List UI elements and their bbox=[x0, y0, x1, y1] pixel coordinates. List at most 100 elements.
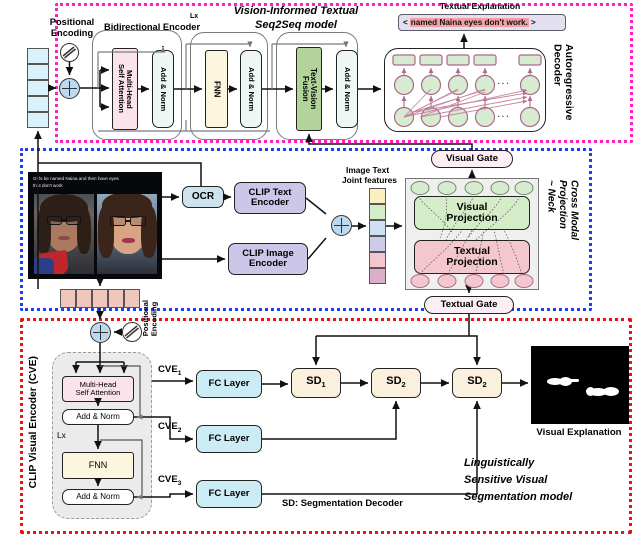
fc-layer-3-label: FC Layer bbox=[208, 487, 250, 499]
cve-tap-2-text: CVE bbox=[158, 421, 178, 432]
token-cell bbox=[27, 96, 49, 112]
block-label-line1: Multi-Head bbox=[124, 69, 134, 109]
image-token-cell bbox=[108, 289, 124, 308]
cve-title-label: CLIP Visual Encoder (CVE) bbox=[28, 356, 39, 489]
image-token-cell bbox=[60, 289, 76, 308]
fc-layer-2-label: FC Layer bbox=[208, 432, 250, 444]
joint-feature-cell bbox=[369, 220, 386, 236]
clip-image-encoder-block: CLIP Image Encoder bbox=[228, 243, 308, 275]
block-label-line2: Fusion bbox=[301, 76, 310, 102]
block-label: FNN bbox=[212, 80, 222, 98]
block-add-norm-bottom-1: Add & Norm bbox=[62, 409, 134, 425]
sd-1-sub: 1 bbox=[321, 380, 326, 390]
cve-mhsa-label-line2: Self Attention bbox=[75, 388, 121, 397]
sd-legend-label: SD: Segmentation Decoder bbox=[282, 497, 403, 508]
block-multi-head-self-attention-top: Multi-Head Self Attention bbox=[112, 48, 138, 130]
joint-feature-cell bbox=[369, 236, 386, 252]
positional-encoding-icon-bottom bbox=[122, 322, 142, 342]
ocr-label: OCR bbox=[191, 190, 215, 202]
joint-features-label-line1: Image Text bbox=[346, 165, 390, 175]
textual-explanation-caption: Textual Explanation bbox=[439, 1, 521, 11]
pe-label-bottom-line1: Positional bbox=[141, 300, 150, 337]
segmentation-decoder-block-1: SD1 bbox=[291, 368, 341, 398]
cve-addnorm-2-label: Add & Norm bbox=[76, 491, 120, 501]
token-cell bbox=[27, 112, 49, 128]
meme-caption-line1: Girls be named Naina and then have eyes bbox=[33, 176, 119, 181]
block-multi-head-self-attention-bottom: Multi-Head Self Attention bbox=[62, 376, 134, 402]
decoder-ellipsis-upper: . . . . bbox=[493, 77, 509, 86]
meme-face-left bbox=[34, 194, 94, 274]
textual-gate-label: Textual Gate bbox=[440, 298, 498, 310]
token-cell bbox=[27, 48, 49, 64]
decoder-label-line1: Autoregressive bbox=[563, 44, 576, 121]
visual-gate-block: Visual Gate bbox=[431, 150, 513, 168]
decoder-label-line2: Decoder bbox=[551, 44, 564, 87]
visual-explanation-caption: Visual Explanation bbox=[536, 427, 622, 438]
sd-3-name: SD bbox=[467, 375, 483, 388]
autoregressive-decoder-group bbox=[384, 48, 546, 132]
image-token-strip bbox=[60, 289, 140, 308]
block-fnn-bottom: FNN bbox=[62, 452, 134, 479]
fc-layer-1-label: FC Layer bbox=[208, 377, 250, 389]
cve-tap-label-1: CVE1 bbox=[158, 364, 182, 377]
visual-gate-label: Visual Gate bbox=[445, 152, 499, 164]
cve-tap-3-text: CVE bbox=[158, 474, 178, 485]
cve-tap-1-sub: 1 bbox=[177, 369, 182, 377]
block-label-line2: Self Attention bbox=[117, 64, 126, 114]
sd-2-sub: 2 bbox=[401, 380, 406, 390]
visual-explanation-mask bbox=[531, 346, 629, 424]
positional-encoding-label-top-line1: Positional bbox=[49, 17, 95, 27]
block-fnn-top: FNN bbox=[205, 50, 228, 128]
positional-encoding-icon-top bbox=[60, 43, 79, 62]
image-token-cell bbox=[92, 289, 108, 308]
joint-feature-adder-icon bbox=[331, 215, 352, 236]
cve-lx-label: Lx bbox=[57, 430, 66, 440]
segmentation-decoder-block-2: SD2 bbox=[371, 368, 421, 398]
seq2seq-title-line2: Seq2Seq model bbox=[255, 19, 337, 31]
add-positional-encoding-icon-top bbox=[59, 78, 80, 99]
seq2seq-title-line1: Vision-Informed Textual bbox=[233, 5, 359, 17]
block-add-norm-top-2: Add & Norm bbox=[240, 50, 262, 128]
cve-fnn-label: FNN bbox=[88, 459, 108, 470]
image-token-cell bbox=[76, 289, 92, 308]
textual-projection-label-line2: Projection bbox=[446, 256, 498, 268]
cve-tap-label-3: CVE3 bbox=[158, 474, 181, 487]
mask-blob bbox=[586, 387, 595, 396]
segmentation-model-title-line2: Sensitive Visual bbox=[464, 474, 548, 486]
block-label-line1: Text-Vision bbox=[309, 68, 319, 110]
neck-caption-line1: Cross Modal bbox=[568, 180, 580, 241]
token-cell bbox=[27, 64, 49, 80]
cve-tap-1-text: CVE bbox=[158, 364, 178, 375]
neck-caption-line2: Projection bbox=[557, 180, 568, 229]
joint-feature-cell bbox=[369, 252, 386, 268]
textual-gate-block: Textual Gate bbox=[424, 296, 514, 314]
sd-3-sub: 2 bbox=[482, 380, 487, 390]
cve-tap-label-2: CVE2 bbox=[158, 421, 182, 434]
explanation-close-bracket: > bbox=[530, 18, 536, 27]
explanation-highlighted-text: named Naina eyes don't work. bbox=[409, 18, 529, 27]
encoder-input-token-strip bbox=[27, 48, 49, 128]
autoregressive-decoder-label: Autoregressive Decoder bbox=[551, 44, 576, 121]
visual-projection-label-line2: Projection bbox=[446, 212, 498, 224]
cross-modal-neck-caption: Cross Modal Projection ~ Neck bbox=[545, 180, 580, 240]
input-meme-image: Girls be named Naina and then have eyes … bbox=[28, 172, 162, 279]
visual-projection-block: Visual Projection bbox=[414, 196, 530, 230]
block-label: Add & Norm bbox=[246, 66, 256, 112]
block-add-norm-bottom-2: Add & Norm bbox=[62, 489, 134, 505]
joint-features-label-line2: Joint features bbox=[342, 175, 397, 185]
positional-encoding-label-bottom: Positional Encoding bbox=[141, 300, 159, 337]
segmentation-model-title-line3: Segmentation model bbox=[464, 491, 573, 503]
sd-1-name: SD bbox=[306, 375, 322, 388]
explanation-open-bracket: < bbox=[403, 18, 408, 27]
sd-2-name: SD bbox=[386, 375, 402, 388]
fc-layer-block-1: FC Layer bbox=[196, 370, 262, 398]
add-positional-encoding-icon-bottom bbox=[90, 322, 111, 343]
decoder-ellipsis-lower: . . . . bbox=[493, 110, 509, 119]
cve-tap-2-sub: 2 bbox=[177, 426, 182, 434]
clip-image-encoder-label-line2: Encoder bbox=[248, 258, 287, 269]
joint-feature-cell bbox=[369, 268, 386, 284]
joint-feature-cell bbox=[369, 188, 386, 204]
meme-face-right bbox=[97, 194, 157, 274]
block-label: Add & Norm bbox=[158, 66, 168, 112]
block-add-norm-top-1: Add & Norm bbox=[152, 50, 174, 128]
